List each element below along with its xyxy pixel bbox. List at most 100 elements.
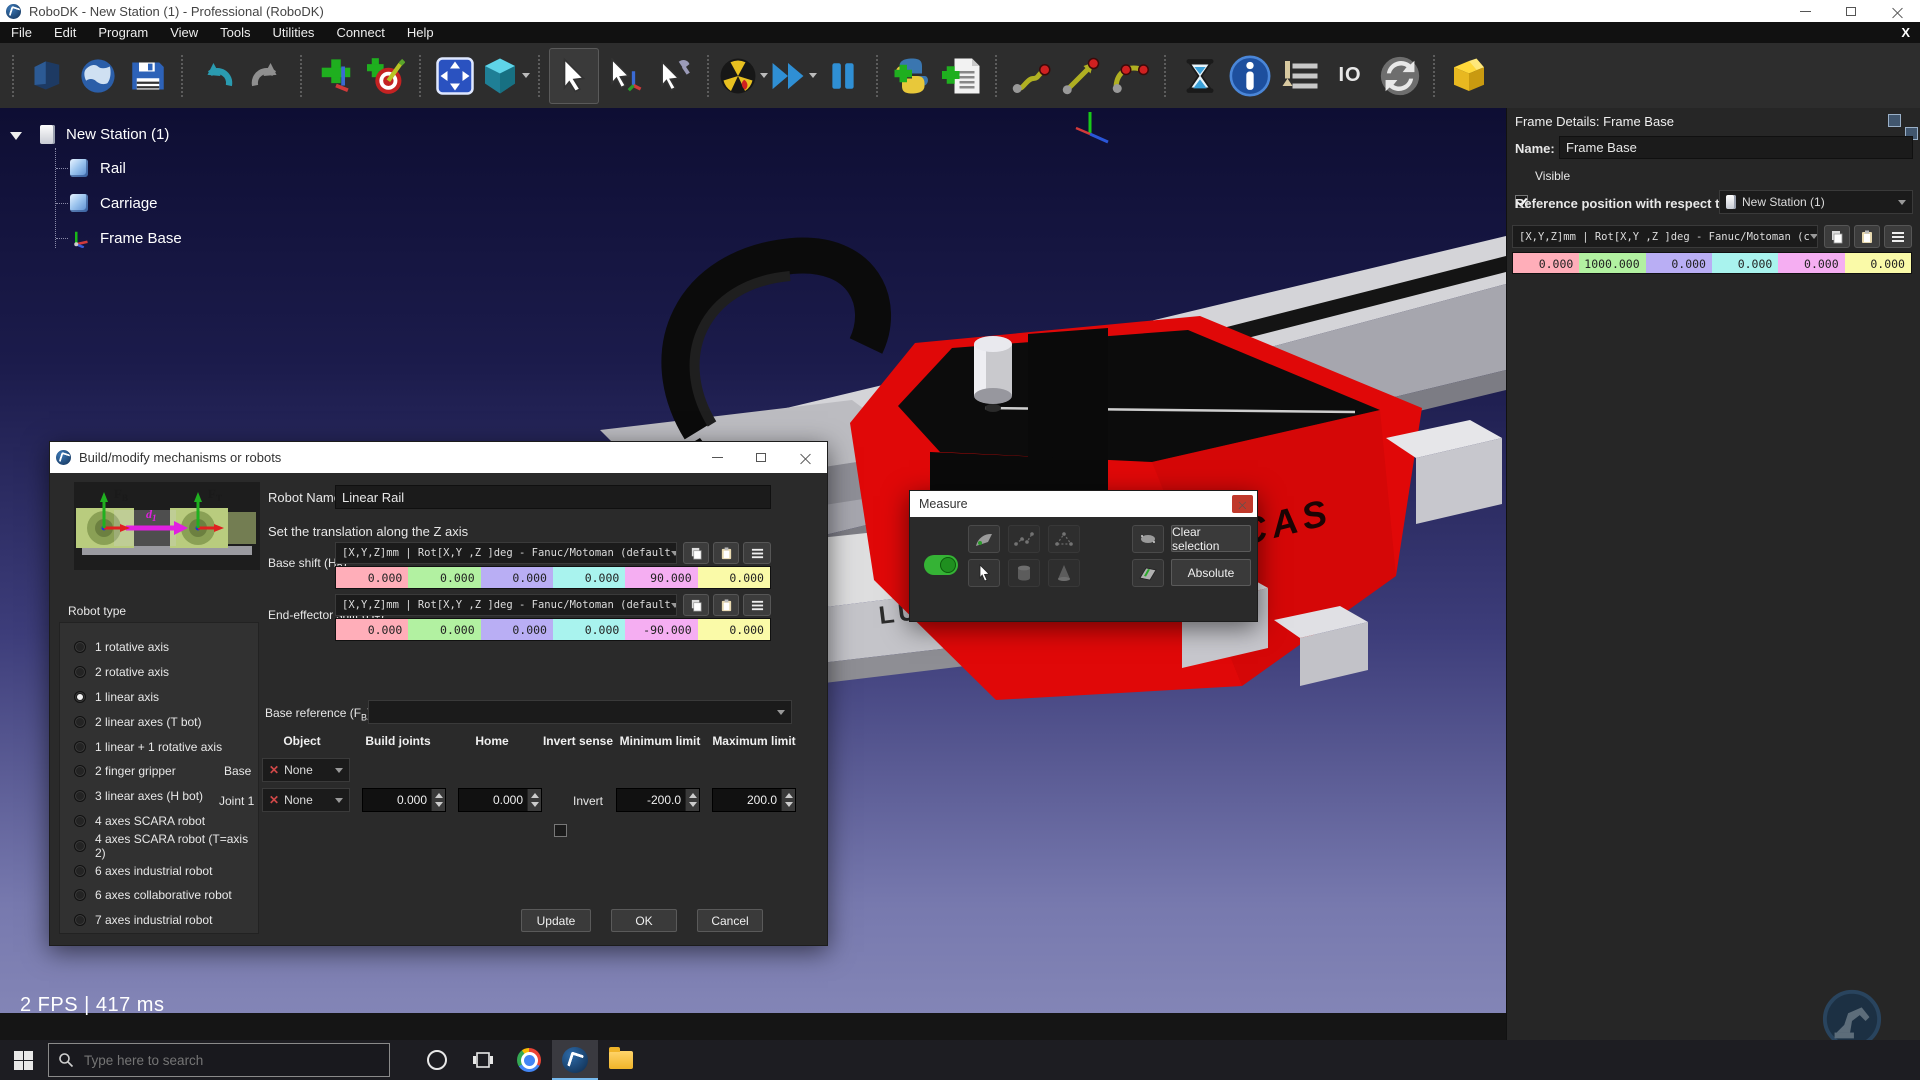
export-simulation-button[interactable]: [1444, 48, 1494, 104]
dialog-maximize-button[interactable]: [739, 442, 783, 473]
absolute-button[interactable]: Absolute: [1171, 559, 1251, 586]
pose-options-button[interactable]: [743, 594, 771, 616]
measure-arc-button[interactable]: [968, 525, 1000, 553]
joint1-min-spinner[interactable]: -200.0: [616, 788, 700, 812]
pose-ry-value[interactable]: -90.000: [625, 619, 697, 640]
pause-simulation-button[interactable]: [818, 48, 868, 104]
fit-all-button[interactable]: [430, 48, 480, 104]
menu-utilities[interactable]: Utilities: [262, 23, 326, 42]
menu-help[interactable]: Help: [396, 23, 445, 42]
joint1-object-dropdown[interactable]: ✕ None: [262, 788, 350, 812]
spinner-buttons[interactable]: [685, 789, 699, 811]
open-library-button[interactable]: [73, 48, 123, 104]
chrome-taskbar-button[interactable]: [506, 1040, 552, 1080]
clear-selection-button[interactable]: Clear selection: [1171, 525, 1251, 552]
io-status-button[interactable]: IO: [1325, 48, 1375, 104]
pose-z-value[interactable]: 0.000: [481, 567, 553, 588]
menu-tools[interactable]: Tools: [209, 23, 261, 42]
select-cursor-button[interactable]: [549, 48, 599, 104]
tree-item-rail[interactable]: Rail: [56, 156, 126, 180]
task-view-button[interactable]: [460, 1040, 506, 1080]
start-button[interactable]: [0, 1040, 46, 1080]
fast-dropdown-caret-icon[interactable]: [809, 73, 817, 78]
base-shift-values[interactable]: 0.000 0.000 0.000 0.000 90.000 0.000: [335, 566, 771, 589]
cancel-button[interactable]: Cancel: [697, 909, 763, 932]
pose-rz-value[interactable]: 0.000: [1845, 253, 1911, 273]
paste-pose-button[interactable]: [713, 594, 739, 616]
robot-type-option[interactable]: 2 rotative axis: [74, 660, 258, 685]
paste-pose-button[interactable]: [713, 542, 739, 564]
pose-rx-value[interactable]: 0.000: [1712, 253, 1778, 273]
robot-type-option-selected[interactable]: 1 linear axis: [74, 685, 258, 710]
select-move-reference-button[interactable]: [599, 48, 649, 104]
robot-type-option[interactable]: 7 axes industrial robot: [74, 908, 258, 933]
pose-rx-value[interactable]: 0.000: [553, 619, 625, 640]
redo-button[interactable]: [242, 48, 292, 104]
pose-rz-value[interactable]: 0.000: [698, 619, 770, 640]
tree-item-station[interactable]: New Station (1): [40, 122, 169, 146]
dialog-title-bar[interactable]: Build/modify mechanisms or robots: [50, 442, 827, 473]
robot-type-option[interactable]: 4 axes SCARA robot (T=axis 2): [74, 833, 258, 858]
pose-options-button[interactable]: [1884, 225, 1912, 248]
paste-pose-button[interactable]: [1854, 225, 1880, 248]
menu-view[interactable]: View: [159, 23, 209, 42]
save-station-button[interactable]: [123, 48, 173, 104]
pose-y-value[interactable]: 0.000: [408, 619, 480, 640]
measure-ellipse-button[interactable]: [1132, 525, 1164, 553]
pose-y-value[interactable]: 1000.000: [1579, 253, 1645, 273]
pose-x-value[interactable]: 0.000: [1513, 253, 1579, 273]
run-dropdown-caret-icon[interactable]: [760, 73, 768, 78]
pose-ry-value[interactable]: 0.000: [1778, 253, 1844, 273]
sync-robot-button[interactable]: [1375, 48, 1425, 104]
robot-name-input[interactable]: [335, 485, 771, 509]
pose-format-dropdown[interactable]: [X,Y,Z]mm | Rot[X,Y ,Z ]deg - Fanuc/Moto…: [1512, 225, 1818, 248]
add-reference-frame-button[interactable]: [311, 48, 361, 104]
spinner-buttons[interactable]: [781, 789, 795, 811]
float-panel-icon[interactable]: [1888, 114, 1901, 127]
view-dropdown-caret-icon[interactable]: [522, 73, 530, 78]
move-circular-button[interactable]: [1106, 48, 1156, 104]
joint1-max-spinner[interactable]: 200.0: [712, 788, 796, 812]
measure-title-bar[interactable]: Measure: [910, 491, 1257, 517]
base-shift-format-dropdown[interactable]: [X,Y,Z]mm | Rot[X,Y ,Z ]deg - Fanuc/Moto…: [335, 542, 677, 564]
show-info-button[interactable]: [1225, 48, 1275, 104]
menu-program[interactable]: Program: [87, 23, 159, 42]
measure-cone-button[interactable]: [1048, 559, 1080, 587]
pose-x-value[interactable]: 0.000: [336, 619, 408, 640]
pose-y-value[interactable]: 0.000: [408, 567, 480, 588]
measure-points-button[interactable]: [1008, 525, 1040, 553]
robot-type-option[interactable]: 4 axes SCARA robot: [74, 809, 258, 834]
robodk-taskbar-button[interactable]: [552, 1040, 598, 1080]
pose-z-value[interactable]: 0.000: [481, 619, 553, 640]
measure-select-button[interactable]: [968, 559, 1000, 587]
measure-toggle[interactable]: [924, 555, 958, 575]
robot-type-option[interactable]: 2 linear axes (T bot): [74, 709, 258, 734]
menu-connect[interactable]: Connect: [325, 23, 395, 42]
joint1-invert-checkbox[interactable]: [554, 824, 567, 837]
file-explorer-button[interactable]: [598, 1040, 644, 1080]
view-isometric-button[interactable]: [480, 48, 530, 104]
update-button[interactable]: Update: [521, 909, 591, 932]
move-joint-button[interactable]: [1006, 48, 1056, 104]
taskbar-search[interactable]: [48, 1043, 390, 1077]
measure-close-button[interactable]: [1232, 495, 1253, 513]
pose-x-value[interactable]: 0.000: [336, 567, 408, 588]
pose-rx-value[interactable]: 0.000: [553, 567, 625, 588]
robot-type-option[interactable]: 6 axes industrial robot: [74, 858, 258, 883]
copy-pose-button[interactable]: [1824, 225, 1850, 248]
measure-cylinder-button[interactable]: [1008, 559, 1040, 587]
tree-expand-arrow[interactable]: [10, 124, 22, 148]
undo-button[interactable]: [192, 48, 242, 104]
spinner-buttons[interactable]: [527, 789, 541, 811]
base-reference-dropdown[interactable]: [368, 700, 792, 724]
menubar-close-icon[interactable]: X: [1901, 25, 1910, 40]
pose-ry-value[interactable]: 90.000: [625, 567, 697, 588]
joint1-home-spinner[interactable]: 0.000: [458, 788, 542, 812]
menu-edit[interactable]: Edit: [43, 23, 87, 42]
program-steps-button[interactable]: [1275, 48, 1325, 104]
cortana-button[interactable]: [414, 1040, 460, 1080]
tree-item-frame-base[interactable]: Frame Base: [56, 226, 182, 250]
ok-button[interactable]: OK: [611, 909, 677, 932]
spinner-buttons[interactable]: [431, 789, 445, 811]
fast-simulation-button[interactable]: [768, 48, 818, 104]
